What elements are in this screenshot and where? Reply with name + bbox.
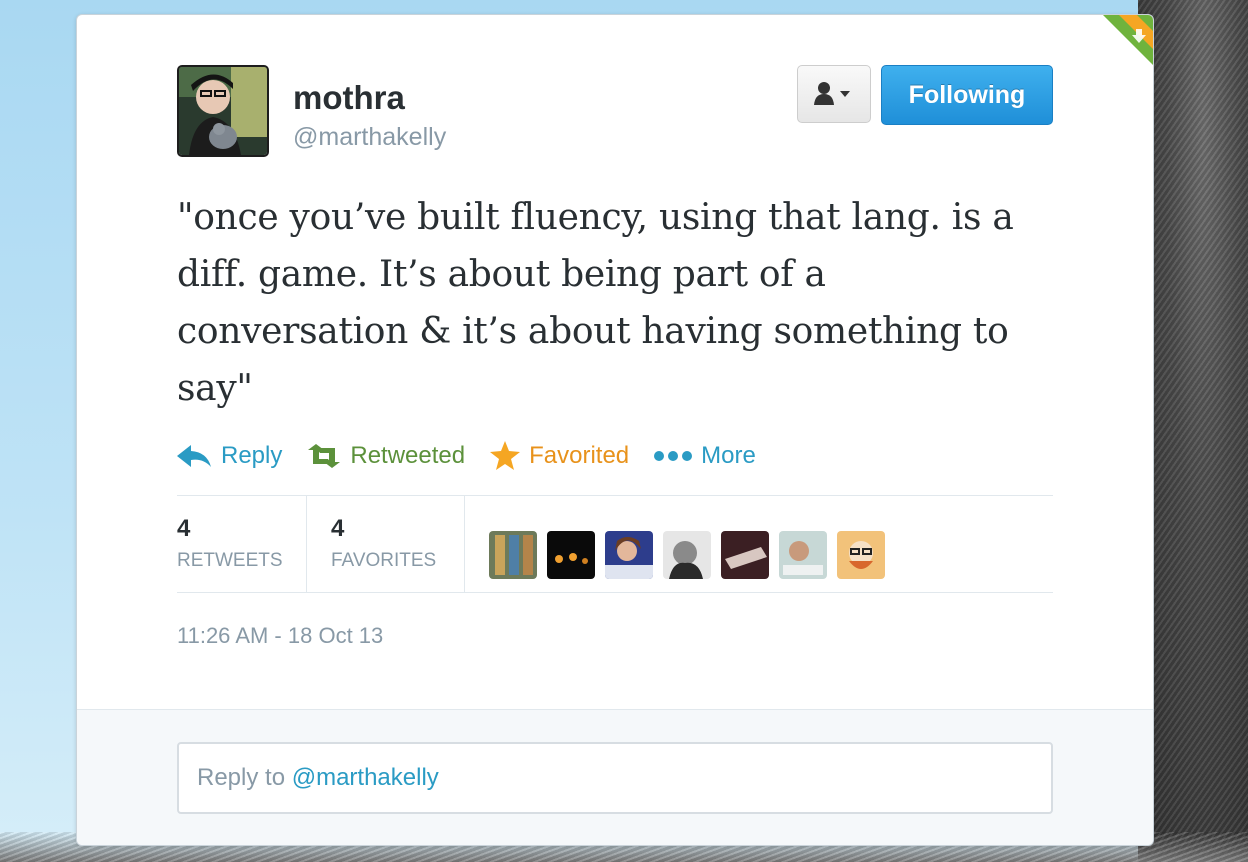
favoriter-avatar[interactable]: [663, 531, 711, 579]
star-icon: [490, 441, 521, 470]
favoriter-avatar[interactable]: [837, 531, 885, 579]
retweets-count: 4: [177, 515, 191, 542]
favoriter-avatars: [465, 496, 895, 592]
corner-badge-icon: [1103, 15, 1153, 65]
tweet-card: mothra @marthakelly Following "once you’…: [76, 14, 1154, 846]
more-label: More: [701, 442, 756, 469]
favoriter-avatar[interactable]: [547, 531, 595, 579]
reply-action[interactable]: Reply: [177, 442, 282, 470]
tweet-stats: 4 RETWEETS 4 FAVORITES: [177, 495, 1053, 593]
favoriter-avatar[interactable]: [489, 531, 537, 579]
reply-prefix: Reply to: [197, 764, 292, 791]
favorite-action[interactable]: Favorited: [489, 441, 629, 471]
tweet-actions: Reply Retweeted Favorited More: [177, 439, 780, 473]
retweets-label: RETWEETS: [177, 550, 283, 571]
reply-label: Reply: [221, 442, 283, 469]
user-handle[interactable]: @marthakelly: [293, 123, 446, 152]
user-actions-button[interactable]: [797, 65, 871, 123]
favorite-label: Favorited: [529, 442, 630, 469]
retweets-stat[interactable]: 4 RETWEETS: [177, 496, 307, 592]
tweet-timestamp[interactable]: 11:26 AM - 18 Oct 13: [177, 623, 383, 649]
favoriter-avatar[interactable]: [779, 531, 827, 579]
reply-area: Reply to @marthakelly: [77, 709, 1153, 845]
favorites-label: FAVORITES: [331, 550, 437, 571]
favoriter-avatar[interactable]: [605, 531, 653, 579]
reply-mention: @marthakelly: [291, 764, 439, 791]
user-avatar[interactable]: [177, 65, 269, 157]
tweet-text: "once you’ve built fluency, using that l…: [177, 197, 1014, 409]
retweet-action[interactable]: Retweeted: [306, 442, 465, 470]
more-dots-icon: [654, 451, 693, 461]
background-photo: [1138, 0, 1248, 862]
following-button[interactable]: Following: [881, 65, 1053, 125]
person-dropdown-icon: [814, 82, 850, 105]
display-name[interactable]: mothra: [293, 79, 405, 117]
favorites-stat[interactable]: 4 FAVORITES: [307, 496, 465, 592]
reply-icon: [177, 445, 211, 467]
favoriter-avatar[interactable]: [721, 531, 769, 579]
retweet-label: Retweeted: [350, 442, 466, 469]
more-action[interactable]: More: [653, 442, 756, 470]
reply-input[interactable]: Reply to @marthakelly: [177, 742, 1053, 814]
favorites-count: 4: [331, 515, 345, 542]
retweet-icon: [308, 444, 341, 468]
